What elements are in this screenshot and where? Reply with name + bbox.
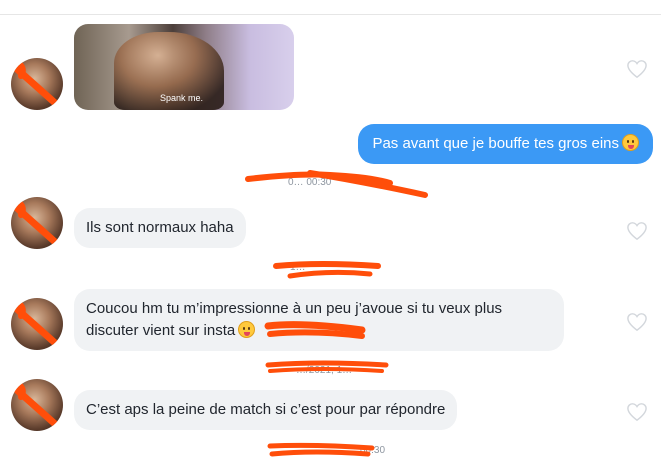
- incoming-message[interactable]: Ils sont normaux haha: [74, 208, 246, 248]
- avatar[interactable]: [11, 298, 63, 350]
- message-text: discuter vient sur insta: [86, 322, 236, 339]
- timestamp: …00:30: [350, 445, 386, 456]
- incoming-message[interactable]: Coucou hm tu m’impressionne à un peu j’a…: [74, 289, 564, 351]
- redaction-scribble: [11, 58, 63, 110]
- timestamp: 0… 00:30: [288, 177, 332, 188]
- tongue-emoji-icon: [622, 134, 639, 151]
- heart-icon[interactable]: [626, 402, 648, 422]
- tongue-emoji-icon: [238, 321, 256, 338]
- message-text: Pas avant que je bouffe tes gros eins: [372, 135, 619, 152]
- redaction-mark: [245, 170, 428, 198]
- redaction-scribble: [11, 379, 63, 431]
- message-text: Ils sont normaux haha: [86, 219, 234, 236]
- redaction-mark: [273, 261, 381, 279]
- gif-message[interactable]: Spank me.: [74, 24, 294, 110]
- avatar[interactable]: [11, 379, 63, 431]
- header-divider: [0, 14, 661, 15]
- heart-icon[interactable]: [626, 312, 648, 332]
- gif-caption: Spank me.: [160, 93, 204, 103]
- message-text: C’est aps la peine de match si c’est pou…: [86, 401, 446, 418]
- avatar[interactable]: [11, 197, 63, 249]
- avatar[interactable]: [11, 58, 63, 110]
- timestamp: 1…: [290, 262, 306, 273]
- redaction-scribble: [11, 197, 63, 249]
- redaction-scribble: [11, 298, 63, 350]
- message-text: Coucou hm tu m’impressionne à un peu j’a…: [86, 300, 503, 317]
- incoming-message[interactable]: C’est aps la peine de match si c’est pou…: [74, 390, 458, 430]
- heart-icon[interactable]: [626, 221, 648, 241]
- heart-icon[interactable]: [626, 59, 648, 79]
- outgoing-message[interactable]: Pas avant que je bouffe tes gros eins: [358, 124, 653, 164]
- timestamp: …/2021, 1…: [296, 365, 353, 376]
